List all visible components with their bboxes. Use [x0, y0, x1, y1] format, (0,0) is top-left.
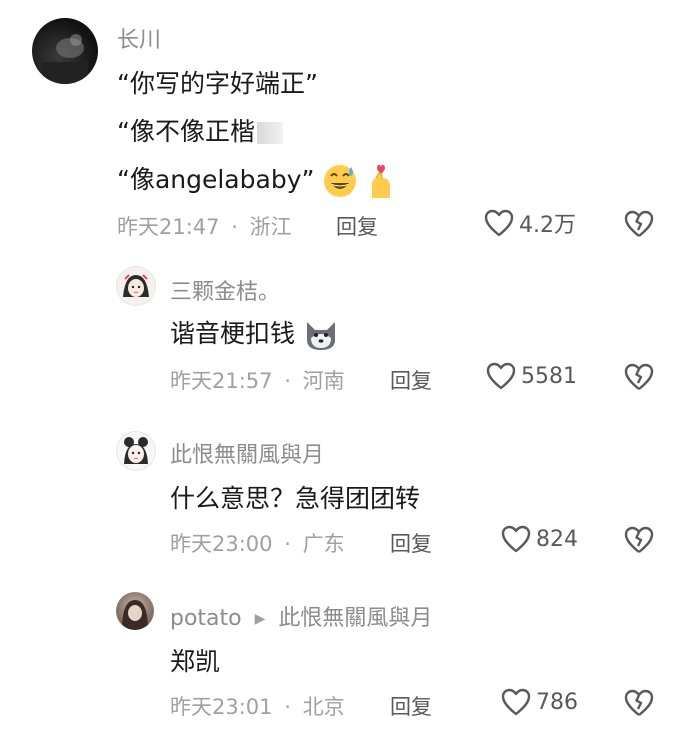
location: 浙江 [249, 215, 292, 239]
broken-heart-icon [624, 363, 654, 390]
avatar[interactable] [32, 18, 98, 84]
reply-to-username[interactable]: 此恨無關風與月 [278, 606, 432, 631]
comment-text-line: “像angelababy” [117, 160, 396, 200]
like-count: 786 [536, 689, 578, 715]
broken-heart-icon [624, 210, 654, 237]
separator: · [284, 695, 291, 719]
timestamp: 昨天23:01 [170, 695, 273, 719]
timestamp: 昨天21:47 [117, 215, 220, 239]
grinning-sweat-emoji [324, 165, 357, 197]
timestamp: 昨天21:57 [170, 369, 273, 393]
reply-button[interactable]: 回复 [390, 528, 432, 558]
dislike-button[interactable] [623, 209, 655, 243]
blur-mask [256, 122, 283, 144]
broken-heart-icon [624, 689, 654, 716]
avatar[interactable] [116, 266, 156, 306]
heart-outline-icon [501, 525, 531, 553]
reply-item: 此恨無關風與月 什么意思？急得团团转 昨天23:00 · 广东 回复 824 [0, 415, 690, 580]
like-button[interactable]: 824 [500, 524, 578, 554]
broken-heart-icon [624, 526, 654, 553]
username[interactable]: 三颗金桔。 [170, 274, 280, 306]
comment-meta: 昨天23:01 · 北京 [170, 691, 345, 721]
comment-text-line: “像不像正楷 [117, 112, 283, 148]
comment-meta: 昨天23:00 · 广东 [170, 528, 345, 558]
finger-heart-emoji [372, 164, 391, 198]
separator: · [231, 215, 238, 239]
like-button[interactable]: 786 [500, 687, 578, 717]
avatar[interactable] [116, 592, 154, 630]
timestamp: 昨天23:00 [170, 532, 273, 556]
username[interactable]: 长川 [117, 22, 161, 54]
comment-item: 长川 “你写的字好端正” “像不像正楷 “像angelababy” 昨天21:4… [0, 0, 690, 250]
reply-button[interactable]: 回复 [390, 365, 432, 395]
comment-text-line: “你写的字好端正” [117, 69, 318, 98]
username[interactable]: 此恨無關風與月 [170, 437, 324, 469]
like-count: 5581 [521, 363, 577, 389]
username[interactable]: potato [170, 606, 242, 631]
comment-text: 郑凯 [170, 647, 221, 676]
dislike-button[interactable] [623, 688, 655, 722]
location: 广东 [302, 532, 345, 556]
location: 北京 [302, 695, 345, 719]
shiba-dog-emoji [306, 322, 335, 350]
like-button[interactable]: 4.2万 [483, 207, 576, 239]
separator: · [284, 369, 291, 393]
reply-item: 三颗金桔。 谐音梗扣钱 昨天21:57 · 河南 回复 5581 [0, 250, 690, 410]
heart-outline-icon [486, 362, 516, 390]
heart-outline-icon [501, 688, 531, 716]
comment-text: 什么意思？急得团团转 [170, 484, 421, 513]
dislike-button[interactable] [623, 362, 655, 396]
location: 河南 [302, 369, 345, 393]
like-count: 4.2万 [519, 213, 576, 238]
username-line: potato ▶ 此恨無關風與月 [170, 600, 432, 632]
reply-button[interactable]: 回复 [336, 211, 378, 241]
comment-meta: 昨天21:57 · 河南 [170, 365, 345, 395]
separator: · [284, 532, 291, 556]
reply-arrow-icon: ▶ [254, 611, 266, 627]
reply-item: potato ▶ 此恨無關風與月 郑凯 昨天23:01 · 北京 回复 786 [0, 580, 690, 736]
dislike-button[interactable] [623, 525, 655, 559]
like-count: 824 [536, 526, 578, 552]
like-button[interactable]: 5581 [485, 361, 577, 391]
comment-meta: 昨天21:47 · 浙江 [117, 211, 292, 241]
avatar[interactable] [116, 431, 156, 471]
comment-text: 谐音梗扣钱 [170, 314, 339, 352]
reply-button[interactable]: 回复 [390, 691, 432, 721]
heart-outline-icon [484, 209, 514, 237]
